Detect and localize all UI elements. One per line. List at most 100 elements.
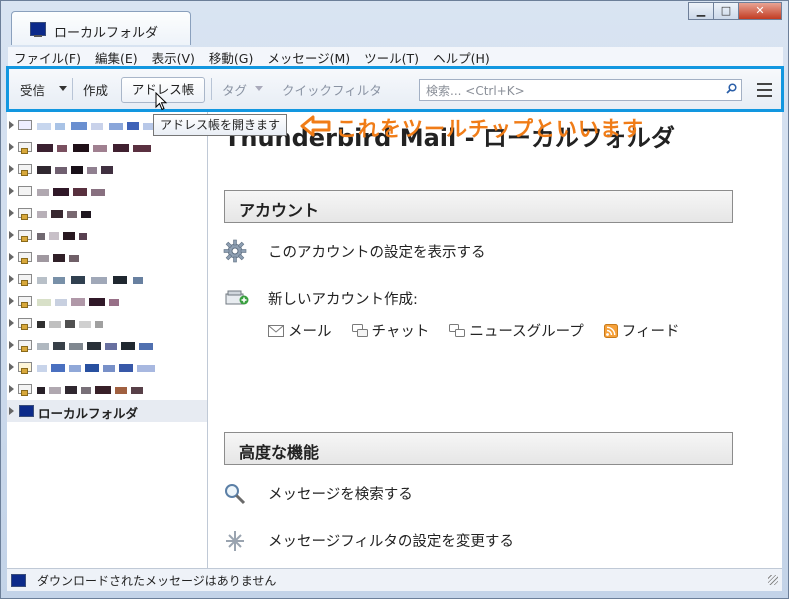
account-type-label: ニュースグループ	[469, 324, 584, 340]
obscured-account-name	[37, 320, 103, 328]
toolbar-highlight-frame	[6, 66, 784, 112]
view-settings-link[interactable]: このアカウントの設定を表示する	[268, 241, 486, 262]
folder-row[interactable]	[7, 334, 207, 356]
expand-twisty-icon[interactable]	[9, 143, 14, 151]
folder-row[interactable]	[7, 246, 207, 268]
folder-row[interactable]	[7, 180, 207, 202]
monitor-icon	[30, 22, 46, 37]
message-filters-link[interactable]: メッセージフィルタの設定を変更する	[268, 530, 514, 551]
mouse-cursor-icon	[155, 92, 168, 111]
monitor-icon	[19, 405, 34, 417]
menu-edit[interactable]: 編集(E)	[95, 48, 138, 67]
folder-row[interactable]	[7, 356, 207, 378]
account-type-feed[interactable]: フィード	[603, 320, 680, 341]
lock-icon	[21, 214, 28, 220]
menu-message[interactable]: メッセージ(M)	[267, 48, 350, 67]
close-button[interactable]: ✕	[738, 2, 782, 20]
account-type-newsgroup[interactable]: ニュースグループ	[449, 320, 584, 341]
obscured-account-name	[37, 254, 79, 262]
folder-row[interactable]	[7, 378, 207, 400]
account-type-mail[interactable]: メール	[268, 320, 332, 341]
mail-account-icon	[18, 186, 32, 196]
menu-help[interactable]: ヘルプ(H)	[433, 48, 490, 67]
folder-row[interactable]	[7, 268, 207, 290]
menu-file[interactable]: ファイル(F)	[14, 48, 81, 67]
lock-icon	[21, 148, 28, 154]
status-text: ダウンロードされたメッセージはありません	[37, 574, 277, 588]
folder-row-local-folder[interactable]: ローカルフォルダ	[7, 400, 207, 422]
tooltip: アドレス帳を開きます	[153, 114, 288, 136]
gear-icon	[223, 239, 247, 263]
account-type-label: チャット	[371, 324, 430, 340]
expand-twisty-icon[interactable]	[9, 341, 14, 349]
lock-icon	[21, 258, 28, 264]
folder-row[interactable]	[7, 136, 207, 158]
lock-icon	[21, 302, 28, 308]
obscured-account-name	[37, 276, 143, 284]
lock-icon	[21, 368, 28, 374]
folder-row[interactable]	[7, 202, 207, 224]
new-account-label: 新しいアカウント作成:	[268, 292, 418, 308]
lock-icon	[21, 236, 28, 242]
section-title: アカウント	[239, 201, 320, 220]
obscured-account-name	[37, 210, 91, 218]
obscured-account-name	[37, 364, 155, 372]
folder-row[interactable]	[7, 290, 207, 312]
folder-label: ローカルフォルダ	[38, 406, 139, 421]
obscured-account-name	[37, 188, 105, 196]
obscured-account-name	[37, 122, 157, 130]
tab-label: ローカルフォルダ	[54, 26, 159, 41]
annotation-arrow-icon	[300, 115, 331, 137]
expand-twisty-icon[interactable]	[9, 385, 14, 393]
maximize-button[interactable]: □	[713, 2, 739, 20]
folder-row[interactable]	[7, 312, 207, 334]
status-bar: ダウンロードされたメッセージはありません	[7, 568, 782, 591]
section-header-advanced: 高度な機能	[224, 432, 733, 465]
lock-icon	[21, 280, 28, 286]
envelope-icon	[268, 324, 284, 337]
menu-view[interactable]: 表示(V)	[152, 48, 195, 67]
expand-twisty-icon[interactable]	[9, 319, 14, 327]
expand-twisty-icon[interactable]	[9, 407, 14, 415]
folder-row[interactable]	[7, 158, 207, 180]
expand-twisty-icon[interactable]	[9, 275, 14, 283]
lock-icon	[21, 170, 28, 176]
expand-twisty-icon[interactable]	[9, 363, 14, 371]
obscured-account-name	[37, 386, 143, 394]
expand-twisty-icon[interactable]	[9, 187, 14, 195]
newsgroup-icon	[449, 323, 466, 337]
section-title: 高度な機能	[239, 443, 320, 462]
chat-icon	[351, 323, 368, 337]
account-type-list: メール チャット ニュースグループ フィード	[268, 320, 699, 341]
minimize-button[interactable]: ▁	[688, 2, 714, 20]
menu-tools[interactable]: ツール(T)	[364, 48, 419, 67]
lock-icon	[21, 346, 28, 352]
window-controls: ▁ □ ✕	[688, 2, 782, 20]
account-central: Thunderbird Mail - ローカルフォルダ アカウント このアカウン…	[208, 112, 782, 568]
expand-twisty-icon[interactable]	[9, 297, 14, 305]
lock-icon	[21, 324, 28, 330]
section-header-account: アカウント	[224, 190, 733, 223]
expand-twisty-icon[interactable]	[9, 231, 14, 239]
expand-twisty-icon[interactable]	[9, 121, 14, 129]
offline-status-icon[interactable]	[11, 574, 26, 587]
magnifier-icon	[225, 484, 246, 505]
rss-feed-icon	[603, 323, 618, 338]
account-type-chat[interactable]: チャット	[351, 320, 430, 341]
expand-twisty-icon[interactable]	[9, 253, 14, 261]
resize-grip[interactable]	[768, 575, 778, 585]
folder-row[interactable]	[7, 224, 207, 246]
expand-twisty-icon[interactable]	[9, 209, 14, 217]
account-type-label: フィード	[621, 324, 680, 340]
title-bar: ローカルフォルダ ▁ □ ✕	[1, 1, 788, 45]
filter-icon	[226, 531, 244, 551]
obscured-account-name	[37, 166, 113, 174]
search-messages-link[interactable]: メッセージを検索する	[268, 483, 413, 504]
menu-go[interactable]: 移動(G)	[209, 48, 253, 67]
tab-local-folder[interactable]: ローカルフォルダ	[11, 11, 191, 45]
new-account-icon	[225, 290, 249, 305]
lock-icon	[21, 390, 28, 396]
obscured-account-name	[37, 342, 153, 350]
expand-twisty-icon[interactable]	[9, 165, 14, 173]
account-type-label: メール	[288, 324, 332, 340]
